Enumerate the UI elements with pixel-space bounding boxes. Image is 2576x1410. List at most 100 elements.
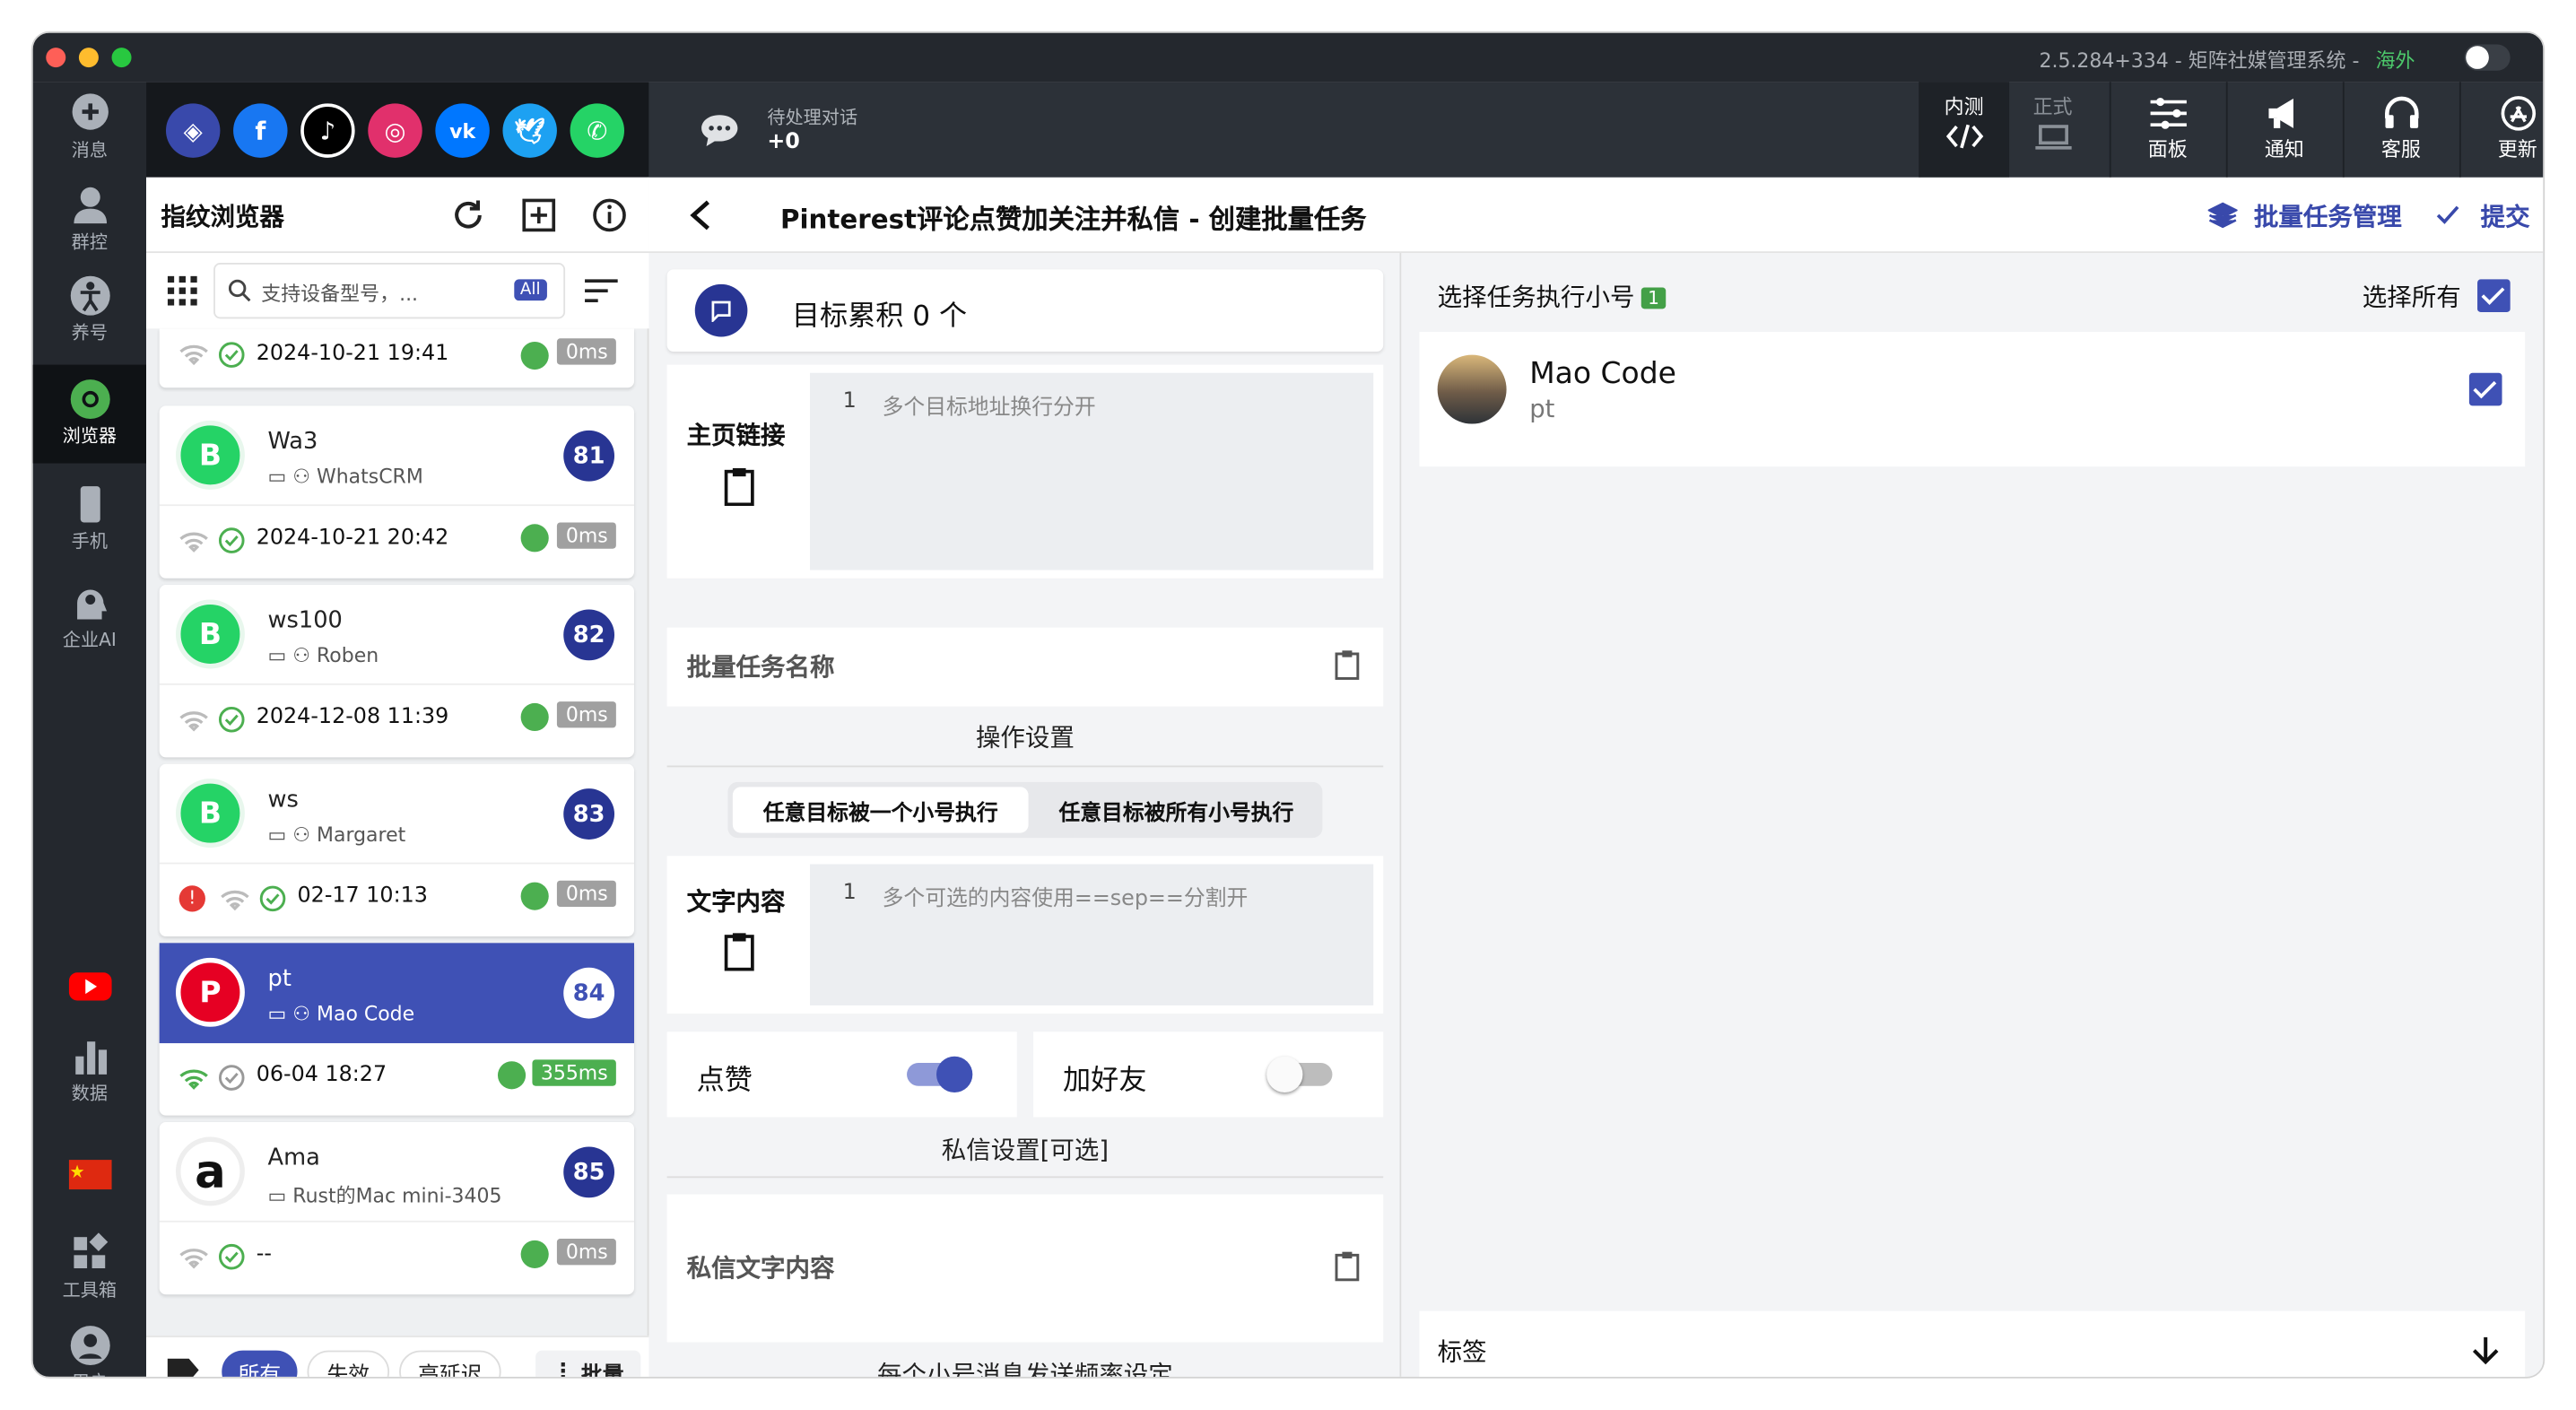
nav-user[interactable]: 用户	[33, 1318, 146, 1377]
sliders-icon	[2149, 97, 2186, 129]
account-selector: 选择任务执行小号 1 选择所有 Mao Code pt 标签	[1401, 253, 2544, 1377]
sort-icon[interactable]	[583, 278, 619, 304]
filter-all-chip[interactable]: 所有	[222, 1350, 298, 1377]
minimize-window-button[interactable]	[78, 48, 99, 68]
wifi-icon	[179, 1066, 209, 1098]
nav-data[interactable]: 数据	[33, 1029, 146, 1118]
homepage-textarea[interactable]: 1 多个目标地址换行分开	[809, 372, 1374, 570]
account-checkbox[interactable]	[2468, 372, 2502, 406]
check-icon	[2436, 205, 2459, 224]
nav-youtube[interactable]	[33, 958, 146, 1023]
nav-browser[interactable]: 浏览器	[32, 364, 147, 464]
like-switch[interactable]	[907, 1056, 973, 1093]
like-toggle-row: 点赞	[666, 1031, 1017, 1118]
account-selector-title: 选择任务执行小号 1	[1438, 279, 1667, 313]
search-icon	[228, 279, 251, 302]
task-name-input[interactable]: 批量任务名称	[666, 627, 1384, 707]
tag-select[interactable]: 标签	[1419, 1310, 2526, 1377]
grid-view-icon[interactable]	[167, 275, 197, 306]
add-friend-switch[interactable]	[1266, 1056, 1333, 1093]
card-header[interactable]: Ppt ▭ ⚇ Mao Code 84	[159, 943, 634, 1044]
filter-high-latency-chip[interactable]: 高延迟	[399, 1350, 501, 1377]
add-box-icon[interactable]	[521, 197, 557, 233]
divider	[666, 1176, 1384, 1179]
facebook-icon[interactable]: f	[233, 103, 288, 158]
text-content-textarea[interactable]: 1 多个可选的内容使用==sep==分割开	[809, 864, 1374, 1005]
whatsapp-icon[interactable]: ✆	[570, 103, 625, 158]
notify-button[interactable]: 通知	[2225, 82, 2341, 178]
browser-platform-icon[interactable]: ◈	[165, 103, 221, 158]
browser-card[interactable]: B Wa3 ▭ ⚇ WhatsCRM 81 2024-10-21 20:42 0ms	[159, 405, 634, 579]
chat-bubble-icon	[71, 93, 108, 130]
clipboard-icon[interactable]	[723, 466, 756, 507]
nav-label: 工具箱	[62, 1279, 117, 1301]
search-scope-badge[interactable]: All	[513, 279, 547, 301]
browser-profile-owner: ▭ ⚇ Margaret	[267, 822, 406, 847]
support-button[interactable]: 客服	[2342, 82, 2458, 178]
filter-invalid-chip[interactable]: 失效	[307, 1350, 390, 1377]
clipboard-icon[interactable]	[1334, 1250, 1360, 1284]
clipboard-icon[interactable]	[723, 932, 756, 971]
instagram-icon[interactable]: ◎	[368, 103, 422, 158]
account-row[interactable]: Mao Code pt	[1419, 331, 2526, 467]
nav-toolbox[interactable]: 工具箱	[33, 1225, 146, 1314]
nav-group-control[interactable]: 群控	[33, 178, 146, 266]
info-icon[interactable]	[591, 197, 627, 233]
card-header[interactable]: Bws ▭ ⚇ Margaret 83	[159, 764, 634, 865]
clipboard-icon[interactable]	[1334, 648, 1360, 682]
nav-nurture[interactable]: 养号	[33, 268, 146, 357]
nav-label: 企业AI	[62, 629, 117, 651]
label-tag-icon[interactable]	[164, 1357, 200, 1377]
button-label: 客服	[2380, 137, 2421, 161]
latency-badge: 355ms	[532, 1059, 616, 1086]
select-all-checkbox[interactable]	[2477, 279, 2511, 313]
submit-button[interactable]: 提交	[2481, 199, 2530, 233]
last-active-time: --	[256, 1241, 272, 1267]
browser-card[interactable]: Bws100 ▭ ⚇ Roben 82 2024-12-08 11:39 0ms	[159, 585, 634, 758]
release-button[interactable]: 正式	[2007, 82, 2096, 178]
browser-profile-name: ws	[267, 787, 299, 814]
mode-single-option[interactable]: 任意目标被一个小号执行	[732, 787, 1029, 833]
panel-button[interactable]: 面板	[2109, 82, 2224, 178]
batch-task-manage-link[interactable]: 批量任务管理	[2254, 199, 2402, 233]
beta-button[interactable]: 内测	[1919, 82, 2008, 178]
latency-badge: 0ms	[557, 338, 616, 365]
ai-head-icon	[76, 589, 107, 620]
nav-enterprise-ai[interactable]: 企业AI	[33, 575, 146, 664]
refresh-icon[interactable]	[450, 197, 486, 233]
button-label: 正式	[2032, 95, 2073, 118]
mode-all-option[interactable]: 任意目标被所有小号执行	[1035, 787, 1318, 832]
region-toggle[interactable]	[2464, 44, 2511, 71]
browser-card[interactable]: Ppt ▭ ⚇ Mao Code 84 06-04 18:27 355ms	[159, 943, 634, 1116]
card-header[interactable]: Bws100 ▭ ⚇ Roben 82	[159, 585, 634, 685]
zoom-window-button[interactable]	[111, 48, 132, 68]
latency-badge: 0ms	[557, 880, 616, 908]
back-arrow-icon[interactable]	[688, 199, 711, 232]
toolbox-icon	[73, 1232, 108, 1268]
browser-profile-number: 85	[563, 1146, 615, 1198]
browser-card[interactable]: a Ama ▭ Rust的Mac mini-3405 85 -- 0ms	[159, 1121, 634, 1295]
card-header[interactable]: B Wa3 ▭ ⚇ WhatsCRM 81	[159, 405, 634, 507]
twitter-icon[interactable]: 🕊	[502, 103, 557, 158]
browser-card[interactable]: Bws ▭ ⚇ Margaret 83! 02-17 10:13 0ms	[159, 763, 634, 937]
pending-chat-icon	[701, 115, 738, 147]
close-window-button[interactable]	[46, 48, 66, 68]
update-button[interactable]: 更新	[2459, 82, 2543, 178]
browser-card-partial[interactable]: 2024-10-21 19:41 0ms	[159, 328, 634, 388]
account-selector-header: 选择任务执行小号 1 选择所有	[1420, 253, 2526, 332]
dm-text-input[interactable]: 私信文字内容	[666, 1194, 1384, 1343]
nav-messages[interactable]: 消息	[33, 85, 146, 174]
vk-icon[interactable]: vk	[435, 103, 490, 158]
error-icon: !	[178, 885, 205, 912]
latency-badge: 0ms	[557, 701, 616, 728]
nav-phone[interactable]: 手机	[33, 476, 146, 565]
batch-button[interactable]: ⋮ 批量	[535, 1350, 641, 1377]
social-platform-bar: ◈ f ♪ ◎ vk 🕊 ✆	[146, 82, 649, 178]
nav-language[interactable]	[33, 1146, 146, 1212]
card-header[interactable]: a Ama ▭ Rust的Mac mini-3405 85	[159, 1122, 634, 1223]
tiktok-icon[interactable]: ♪	[300, 103, 355, 158]
button-label: 内测	[1944, 95, 1984, 118]
app-store-icon	[2500, 96, 2536, 131]
nav-label: 数据	[71, 1083, 108, 1104]
device-search-input[interactable]: 支持设备型号，... All	[213, 263, 566, 319]
